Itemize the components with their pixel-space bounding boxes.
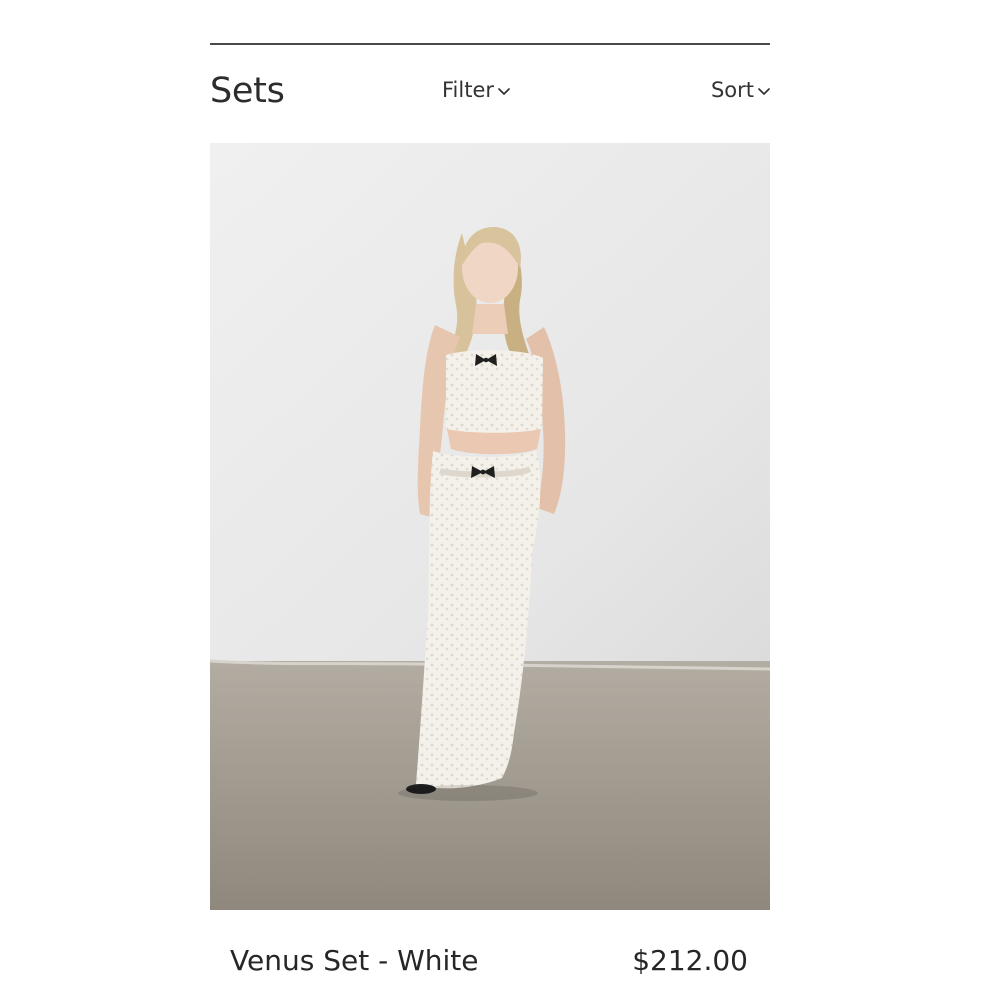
product-name[interactable]: Venus Set - White <box>230 944 479 977</box>
chevron-down-icon <box>498 87 510 95</box>
chevron-down-icon <box>758 87 770 95</box>
filter-label: Filter <box>442 78 495 102</box>
filter-button[interactable]: Filter <box>442 78 510 102</box>
skirt-bow-knot <box>480 469 486 475</box>
collection-header: Sets Filter Sort <box>210 66 770 118</box>
page-title: Sets <box>210 71 285 111</box>
sort-button[interactable]: Sort <box>711 78 770 102</box>
sort-label: Sort <box>710 78 754 102</box>
product-price: $212.00 <box>632 944 748 977</box>
product-photo <box>210 143 770 910</box>
neck <box>472 304 508 334</box>
top-bow-knot <box>483 357 489 363</box>
midriff <box>447 429 541 455</box>
floor-shadow <box>398 785 538 801</box>
product-image[interactable] <box>210 143 770 910</box>
top-divider <box>210 43 770 45</box>
product-details: Venus Set - White $212.00 <box>230 944 750 984</box>
